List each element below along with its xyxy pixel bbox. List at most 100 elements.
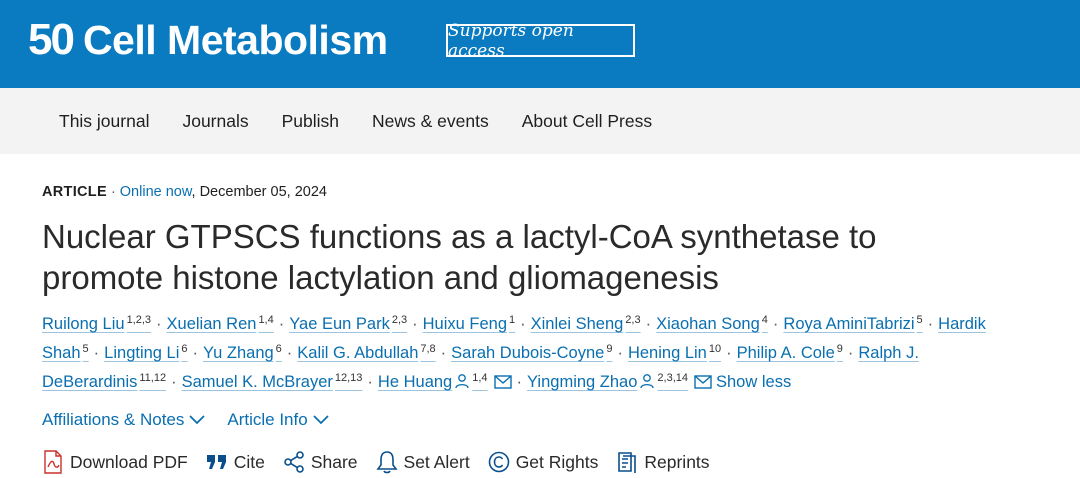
author-separator: · xyxy=(847,344,854,362)
author-separator: · xyxy=(367,373,373,391)
chevron-down-icon xyxy=(313,415,329,425)
author-separator: · xyxy=(520,315,526,333)
author-link[interactable]: Yae Eun Park 2,3 xyxy=(289,314,408,333)
affiliation-numbers: 4 xyxy=(761,314,768,326)
author-link[interactable]: Roya AminiTabrizi 5 xyxy=(783,314,923,333)
chevron-down-icon xyxy=(189,415,206,425)
meta-separator: · xyxy=(110,184,116,200)
site-header: 50 Cell Metabolism Supports open access xyxy=(0,0,1080,88)
affiliation-numbers: 1,2,3 xyxy=(126,314,152,326)
author-link[interactable]: Xiaohan Song 4 xyxy=(656,314,768,333)
author-separator: · xyxy=(192,344,199,362)
set-alert-label: Set Alert xyxy=(403,451,470,472)
author-link[interactable]: Xuelian Ren 1,4 xyxy=(166,314,274,333)
nav-publish[interactable]: Publish xyxy=(282,111,339,132)
author-name: Yae Eun Park xyxy=(289,315,390,333)
author-separator: · xyxy=(412,315,418,333)
author-link[interactable]: Xinlei Sheng 2,3 xyxy=(530,314,641,333)
author-name: Ruilong Liu xyxy=(42,315,125,333)
copyright-icon xyxy=(488,451,510,473)
affiliation-numbers: 10 xyxy=(708,343,722,355)
journal-logo[interactable]: 50 Cell Metabolism xyxy=(28,18,388,62)
pdf-icon xyxy=(42,450,64,474)
author-list: Ruilong Liu 1,2,3 · Xuelian Ren 1,4 · Yae Eun … xyxy=(42,308,1052,397)
author-name: Hening Lin xyxy=(627,344,707,362)
author-link[interactable]: Hening Lin 10 xyxy=(627,343,722,362)
affiliation-numbers: 1,4 xyxy=(258,314,274,326)
affiliation-numbers: 6 xyxy=(181,343,188,355)
main-nav: This journal Journals Publish News & eve… xyxy=(0,88,1080,154)
bell-icon xyxy=(375,450,398,474)
article-info-toggle[interactable]: Article Info xyxy=(227,410,329,430)
author-link[interactable]: Ruilong Liu 1,2,3 xyxy=(42,314,152,333)
author-link[interactable]: He Huang 1,4 xyxy=(377,372,488,391)
author-link[interactable]: Huixu Feng 1 xyxy=(422,314,516,333)
author-name: Roya AminiTabrizi xyxy=(783,315,915,333)
article-type: ARTICLE xyxy=(42,184,107,200)
article-meta: ARTICLE · Online now, December 05, 2024 xyxy=(42,184,1050,204)
journal-name: Cell Metabolism xyxy=(82,16,388,63)
nav-about-cell-press[interactable]: About Cell Press xyxy=(522,111,652,132)
author-link[interactable]: Kalil G. Abdullah 7,8 xyxy=(297,343,435,362)
author-name: Philip A. Cole xyxy=(736,344,835,362)
reprints-button[interactable]: Reprints xyxy=(616,450,710,474)
author-name: Huixu Feng xyxy=(422,315,508,333)
affiliation-numbers: 1,4 xyxy=(472,372,488,384)
affiliation-numbers: 6 xyxy=(275,343,282,355)
affiliations-notes-toggle[interactable]: Affiliations & Notes xyxy=(42,410,206,430)
author-name: Sarah Dubois-Coyne xyxy=(451,344,605,362)
affiliation-numbers: 12,13 xyxy=(334,372,363,384)
affiliation-numbers: 11,12 xyxy=(139,372,167,384)
author-link[interactable]: Philip A. Cole 9 xyxy=(736,343,843,362)
nav-journals[interactable]: Journals xyxy=(182,111,248,132)
affiliation-numbers: 5 xyxy=(916,314,923,326)
get-rights-button[interactable]: Get Rights xyxy=(488,451,599,473)
author-separator: · xyxy=(726,344,732,362)
publication-date: , December 05, 2024 xyxy=(191,184,327,200)
author-separator: · xyxy=(156,315,162,333)
author-link[interactable]: Yu Zhang 6 xyxy=(203,343,282,362)
anniversary-logo-mark: 50 xyxy=(28,15,75,64)
download-pdf-label: Download PDF xyxy=(70,451,188,472)
affiliation-numbers: 2,3 xyxy=(391,314,408,326)
affiliation-numbers: 2,3,14 xyxy=(657,372,688,384)
open-access-badge[interactable]: Supports open access xyxy=(446,21,635,61)
author-link[interactable]: Lingting Li 6 xyxy=(104,343,188,362)
cite-label: Cite xyxy=(233,451,265,472)
author-link[interactable]: Sarah Dubois-Coyne 9 xyxy=(451,343,613,362)
share-label: Share xyxy=(310,451,358,472)
email-icon[interactable] xyxy=(694,372,712,397)
nav-news-events[interactable]: News & events xyxy=(372,111,489,132)
author-name: He Huang xyxy=(377,373,453,391)
affiliation-numbers: 2,3 xyxy=(625,314,641,326)
author-separator: · xyxy=(617,344,623,362)
author-name: Yu Zhang xyxy=(203,344,274,362)
author-link[interactable]: Yingming Zhao 2,3,14 xyxy=(527,372,688,391)
author-name: Samuel K. McBrayer xyxy=(181,373,333,391)
share-button[interactable]: Share xyxy=(283,451,358,473)
cite-button[interactable]: Cite xyxy=(206,452,265,473)
affiliation-numbers: 9 xyxy=(836,343,843,355)
author-separator: · xyxy=(645,315,652,333)
get-rights-label: Get Rights xyxy=(515,451,599,472)
author-link[interactable]: Samuel K. McBrayer 12,13 xyxy=(181,372,363,391)
article-header: ARTICLE · Online now, December 05, 2024 Nu… xyxy=(0,184,1080,475)
person-icon xyxy=(639,372,655,397)
affiliation-numbers: 5 xyxy=(82,343,89,355)
author-name: Xinlei Sheng xyxy=(530,315,624,333)
author-separator: · xyxy=(440,344,447,362)
article-toolbar: Download PDF Cite Share Set Alert Get Ri… xyxy=(42,449,1050,475)
affiliation-numbers: 9 xyxy=(606,343,613,355)
set-alert-button[interactable]: Set Alert xyxy=(375,450,470,474)
article-info-links: Affiliations & Notes Article Info xyxy=(42,409,1050,431)
nav-this-journal[interactable]: This journal xyxy=(59,111,149,132)
author-separator: · xyxy=(93,344,100,362)
download-pdf-button[interactable]: Download PDF xyxy=(42,450,188,474)
author-name: Xuelian Ren xyxy=(166,315,257,333)
affiliations-label: Affiliations & Notes xyxy=(42,410,185,429)
author-name: Kalil G. Abdullah xyxy=(297,344,419,362)
email-icon[interactable] xyxy=(493,372,512,397)
show-less-link[interactable]: Show less xyxy=(716,373,791,391)
author-separator: · xyxy=(278,315,285,333)
quote-icon xyxy=(206,453,228,471)
